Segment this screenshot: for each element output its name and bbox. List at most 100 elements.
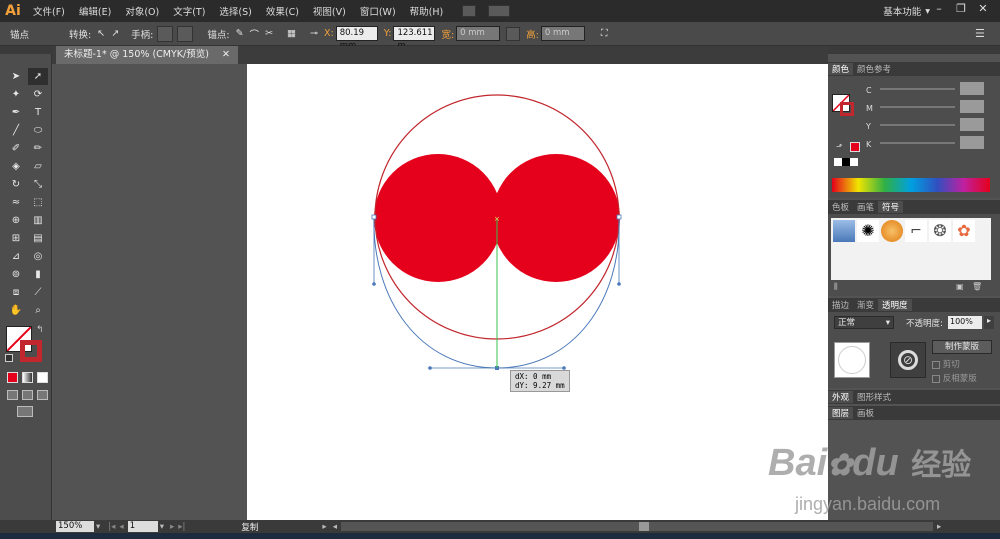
delete-symbol-icon[interactable]: 🗑 xyxy=(972,282,982,291)
mask-icon[interactable]: ⊘ xyxy=(890,342,926,378)
color-stroke-swatch[interactable] xyxy=(840,102,854,116)
scrollbar-thumb[interactable] xyxy=(638,522,649,531)
out-of-gamut-icon[interactable]: ⬏ xyxy=(836,142,843,151)
tab-brushes[interactable]: 画笔 xyxy=(853,201,878,213)
opacity-label: 不透明度: xyxy=(906,319,943,329)
color-panel-tabs: 颜色 颜色参考 xyxy=(828,62,1000,76)
watermark-cn: 经验 xyxy=(911,449,972,482)
symbol-flower[interactable]: ✿ xyxy=(953,220,975,242)
symbol-library-icon[interactable]: ⫼ xyxy=(834,282,838,292)
channel-m-label: M xyxy=(866,104,873,113)
symbol-blue-banner[interactable] xyxy=(833,220,855,242)
slider-c[interactable] xyxy=(880,88,955,90)
invert-mask-checkbox-box[interactable] xyxy=(932,374,940,383)
symbols-grid: ✺ ⌐ ❂ ✿ xyxy=(831,218,991,280)
transparency-panel: 描边 渐变 透明度 正常 ▾ 不透明度: 100% ▸ ⊘ 制作蒙版 剪切 反相… xyxy=(828,298,1000,388)
symbols-panel-tabs: 色板 画笔 符号 xyxy=(828,200,1000,214)
os-taskbar xyxy=(0,533,1000,539)
anchor-point[interactable] xyxy=(371,214,377,220)
watermark-brand-text: Bai xyxy=(768,442,828,484)
symbol-corner[interactable]: ⌐ xyxy=(905,220,927,242)
tab-artboards[interactable]: 画板 xyxy=(853,407,878,419)
tooltip-dy: dY: 9.27 mm xyxy=(515,381,565,390)
left-red-circle[interactable] xyxy=(374,154,502,282)
invert-mask-label: 反相蒙版 xyxy=(942,374,977,384)
clip-checkbox-box[interactable] xyxy=(932,360,940,369)
anchor-point[interactable] xyxy=(616,214,622,220)
status-bar: 150% ▾ |◂ ◂ 1 ▾ ▸ ▸| 复制 ▸ ◂ ▸ xyxy=(0,520,1000,533)
clip-label: 剪切 xyxy=(942,360,960,370)
appearance-panel: 外观 图形样式 xyxy=(828,390,1000,404)
scroll-left-icon[interactable]: ◂ xyxy=(333,522,337,532)
status-menu-icon[interactable]: ▸ xyxy=(322,522,326,532)
value-k-field[interactable] xyxy=(960,136,984,149)
appearance-panel-tabs: 外观 图形样式 xyxy=(828,390,1000,404)
gamut-swatch[interactable] xyxy=(850,142,860,152)
layers-panel: 图层 画板 xyxy=(828,406,1000,420)
slider-y[interactable] xyxy=(880,124,955,126)
tab-color-guide[interactable]: 颜色参考 xyxy=(853,63,895,75)
panel-dock-header xyxy=(828,46,1000,54)
tab-stroke[interactable]: 描边 xyxy=(828,299,853,311)
last-page-icon[interactable]: ▸| xyxy=(178,522,185,532)
tab-appearance[interactable]: 外观 xyxy=(828,391,854,403)
blend-mode-value: 正常 xyxy=(838,318,856,328)
handle-point[interactable] xyxy=(372,282,376,286)
black-swatch[interactable] xyxy=(842,158,850,166)
value-c-field[interactable] xyxy=(960,82,984,95)
watermark-brand-text-2: du xyxy=(852,442,899,484)
watermark-brand: Bai✿du 经验 xyxy=(768,440,971,485)
no-mask-symbol: ⊘ xyxy=(898,350,918,370)
clip-checkbox[interactable]: 剪切 xyxy=(932,358,960,370)
opacity-field[interactable]: 100% xyxy=(948,316,982,329)
slider-k[interactable] xyxy=(880,142,955,144)
tab-gradient[interactable]: 渐变 xyxy=(853,299,878,311)
handle-point[interactable] xyxy=(617,282,621,286)
horizontal-scrollbar[interactable] xyxy=(340,522,933,531)
tab-symbols[interactable]: 符号 xyxy=(878,201,904,213)
channel-k-label: K xyxy=(866,140,872,149)
right-red-circle[interactable] xyxy=(492,154,620,282)
transparency-panel-tabs: 描边 渐变 透明度 xyxy=(828,298,1000,312)
paw-icon: ✿ xyxy=(827,449,853,482)
next-page-icon[interactable]: ▸ xyxy=(170,522,174,532)
page-dropdown-icon[interactable]: ▾ xyxy=(160,522,164,532)
color-spectrum[interactable] xyxy=(832,178,990,192)
none-swatch[interactable] xyxy=(834,158,842,166)
zoom-field[interactable]: 150% xyxy=(56,521,94,532)
value-y-field[interactable] xyxy=(960,118,984,131)
opacity-dropdown-icon[interactable]: ▸ xyxy=(984,316,994,329)
white-swatch[interactable] xyxy=(850,158,858,166)
thumbnail-circle xyxy=(838,346,866,374)
tab-graphic-styles[interactable]: 图形样式 xyxy=(853,391,895,403)
new-symbol-icon[interactable]: ▣ xyxy=(956,282,964,291)
object-thumbnail[interactable] xyxy=(834,342,870,378)
make-mask-button[interactable]: 制作蒙版 xyxy=(932,340,992,354)
prev-page-icon[interactable]: ◂ xyxy=(119,522,123,532)
tooltip-dx: dX: 0 mm xyxy=(515,372,552,381)
tab-swatches[interactable]: 色板 xyxy=(828,201,853,213)
color-panel: 颜色 颜色参考 C M Y K ⬏ xyxy=(828,62,1000,198)
zoom-dropdown-icon[interactable]: ▾ xyxy=(96,522,100,532)
page-field[interactable]: 1 xyxy=(127,521,158,532)
channel-c-label: C xyxy=(866,86,872,95)
symbol-ring[interactable]: ❂ xyxy=(929,220,951,242)
watermark-url: jingyan.baidu.com xyxy=(795,494,941,514)
tab-transparency[interactable]: 透明度 xyxy=(878,299,912,311)
slider-m[interactable] xyxy=(880,106,955,108)
chevron-down-icon: ▾ xyxy=(885,318,890,328)
tab-layers[interactable]: 图层 xyxy=(828,407,854,419)
symbol-orange-ball[interactable] xyxy=(881,220,903,242)
symbol-splat[interactable]: ✺ xyxy=(857,220,879,242)
invert-mask-checkbox[interactable]: 反相蒙版 xyxy=(932,372,977,384)
center-mark: × xyxy=(494,215,500,223)
blend-mode-select[interactable]: 正常 ▾ xyxy=(834,316,894,329)
value-m-field[interactable] xyxy=(960,100,984,113)
status-action: 复制 xyxy=(241,522,259,533)
scroll-right-icon[interactable]: ▸ xyxy=(937,522,941,532)
channel-y-label: Y xyxy=(866,122,871,131)
tab-color[interactable]: 颜色 xyxy=(828,63,854,75)
layers-panel-tabs: 图层 画板 xyxy=(828,406,1000,420)
handle-point[interactable] xyxy=(428,366,432,370)
first-page-icon[interactable]: |◂ xyxy=(108,522,115,532)
